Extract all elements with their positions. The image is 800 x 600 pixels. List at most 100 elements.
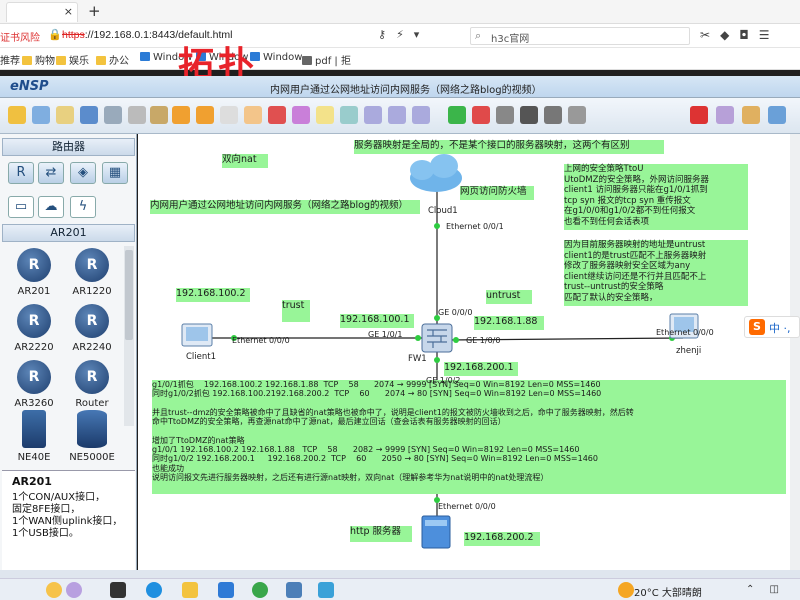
help-icon[interactable] <box>768 106 786 124</box>
power-category-icon[interactable]: ϟ <box>70 196 96 218</box>
zoom-in-icon[interactable] <box>364 106 382 124</box>
note-policy-part2[interactable]: 因为目前服务器映射的地址是untrust client1的是trust匹配不上服… <box>564 240 748 306</box>
note-fw-inside-ip[interactable]: 192.168.100.1 <box>340 314 414 328</box>
delete-connection-icon[interactable] <box>292 106 310 124</box>
menu-icon[interactable]: ☰ <box>759 28 780 42</box>
bookmark-item[interactable]: 推荐 <box>0 52 20 67</box>
app-icon[interactable] <box>318 582 334 598</box>
save-icon[interactable] <box>80 106 98 124</box>
browser-icon[interactable] <box>252 582 268 598</box>
insecure-lock-icon[interactable]: 🔒 <box>48 28 62 41</box>
note-firewall-web[interactable]: 网页访问防火墙 <box>460 186 534 200</box>
server-icon[interactable] <box>421 515 451 549</box>
device-ne40e[interactable]: NE40E <box>4 410 64 463</box>
open-icon[interactable] <box>56 106 74 124</box>
undo-icon[interactable] <box>172 106 190 124</box>
delete-icon[interactable] <box>268 106 286 124</box>
search-input[interactable]: h3c官网 <box>491 30 529 45</box>
capture-icon[interactable] <box>520 106 538 124</box>
gamepad-icon[interactable]: ◘ <box>739 28 759 42</box>
firewall-category-icon[interactable]: ▦ <box>102 162 128 184</box>
export-icon[interactable] <box>150 106 168 124</box>
switch-category-icon[interactable]: ⇄ <box>38 162 64 184</box>
print-icon[interactable] <box>128 106 146 124</box>
palette-icon[interactable] <box>340 106 358 124</box>
note-fw-outside-ip[interactable]: 192.168.1.88 <box>474 316 544 330</box>
search-box[interactable]: ⌕ h3c官网 <box>470 27 690 45</box>
firewall-icon[interactable] <box>421 323 453 353</box>
note-untrust[interactable]: untrust <box>486 290 532 304</box>
fox-icon[interactable]: ◆ <box>720 28 739 42</box>
device-ar201[interactable]: R AR201 <box>4 248 64 297</box>
note-server-ip[interactable]: 192.168.200.2 <box>464 532 540 546</box>
certificate-risk-badge[interactable]: 证书风险 <box>0 29 40 44</box>
redo-icon[interactable] <box>196 106 214 124</box>
select-icon[interactable] <box>220 106 238 124</box>
bookmark-item[interactable]: pdf | 拒 <box>302 52 351 67</box>
device-router[interactable]: R Router <box>62 360 122 409</box>
widget-icon[interactable] <box>46 582 62 598</box>
gear-icon[interactable] <box>742 106 760 124</box>
new-topology-icon[interactable] <box>8 106 26 124</box>
command-line-icon[interactable] <box>496 106 514 124</box>
new-tab-button[interactable]: + <box>88 2 101 20</box>
explorer-icon[interactable] <box>182 582 198 598</box>
browser-tab[interactable]: × <box>6 2 78 22</box>
key-icon[interactable]: ⚷ <box>378 28 396 41</box>
pc-category-icon[interactable]: ▭ <box>8 196 34 218</box>
note-fw-dmz-ip[interactable]: 192.168.200.1 <box>444 362 518 376</box>
new-example-icon[interactable] <box>32 106 50 124</box>
browser-extension-icons: ✂◆◘☰ <box>700 28 780 42</box>
topology-grid-icon[interactable] <box>568 106 586 124</box>
show-interfaces-icon[interactable] <box>544 106 562 124</box>
dropdown-icon[interactable]: ▾ <box>414 28 430 41</box>
device-ar1220[interactable]: R AR1220 <box>62 248 122 297</box>
store-icon[interactable] <box>218 582 234 598</box>
system-tray[interactable]: ⌃ ◫ <box>746 584 785 595</box>
note-project-title[interactable]: 内网用户通过公网地址访问内网服务（网络之路blog的视频） <box>150 200 420 214</box>
note-capture-analysis[interactable]: g1/0/1抓包 192.168.100.2 192.168.1.88 TCP … <box>152 380 786 494</box>
note-double-nat[interactable]: 双向nat <box>222 154 268 168</box>
start-device-icon[interactable] <box>448 106 466 124</box>
device-ne5000e[interactable]: NE5000E <box>62 410 122 463</box>
stop-device-icon[interactable] <box>472 106 490 124</box>
close-tab-icon[interactable]: × <box>64 5 73 18</box>
weather-text[interactable]: 20°C 大部晴朗 <box>634 584 702 599</box>
note-trust[interactable]: trust <box>282 300 310 322</box>
restore-icon[interactable] <box>412 106 430 124</box>
note-client-ip[interactable]: 192.168.100.2 <box>176 288 250 302</box>
bookmark-item[interactable]: 娱乐 <box>56 52 89 67</box>
note-policy-part1[interactable]: 上网的安全策略TtoU UtoDMZ的安全策略，外网访问服务器 client1 … <box>564 164 748 230</box>
note-http-server[interactable]: http 服务器 <box>350 526 412 542</box>
device-ar2220[interactable]: R AR2220 <box>4 304 64 353</box>
device-ar2240[interactable]: R AR2240 <box>62 304 122 353</box>
cloud-icon[interactable] <box>410 154 462 192</box>
settings-icon[interactable] <box>716 106 734 124</box>
client-label: Client1 <box>186 352 217 362</box>
bookmark-item[interactable]: 购物 <box>22 52 55 67</box>
huawei-logo-icon[interactable] <box>690 106 708 124</box>
scroll-thumb[interactable] <box>125 250 133 340</box>
canvas-scrollbar[interactable] <box>790 134 800 570</box>
bookmark-item[interactable]: 办公 <box>96 52 129 67</box>
ensp-task-icon[interactable] <box>286 582 302 598</box>
note-top-banner[interactable]: 服务器映射是全局的，不是某个接口的服务器映射，这两个有区别 <box>354 140 664 154</box>
bolt-icon[interactable]: ⚡ <box>396 28 414 41</box>
task-view-icon[interactable] <box>110 582 126 598</box>
zoom-out-icon[interactable] <box>388 106 406 124</box>
device-list-scrollbar[interactable] <box>124 246 134 426</box>
ime-widget[interactable]: S 中 ·, <box>744 316 800 338</box>
save-as-icon[interactable] <box>104 106 122 124</box>
drag-icon[interactable] <box>244 106 262 124</box>
router-category-icon[interactable]: R <box>8 162 34 184</box>
widget-icon[interactable] <box>66 582 82 598</box>
weather-icon[interactable] <box>618 582 634 598</box>
wireless-category-icon[interactable]: ◈ <box>70 162 96 184</box>
edge-icon[interactable] <box>146 582 162 598</box>
topology-canvas[interactable]: 服务器映射是全局的，不是某个接口的服务器映射，这两个有区别 双向nat 内网用户… <box>138 134 800 570</box>
text-icon[interactable] <box>316 106 334 124</box>
scissors-icon[interactable]: ✂ <box>700 28 720 42</box>
client-pc-icon[interactable] <box>181 323 213 347</box>
device-ar3260[interactable]: R AR3260 <box>4 360 64 409</box>
cloud-category-icon[interactable]: ☁ <box>38 196 64 218</box>
